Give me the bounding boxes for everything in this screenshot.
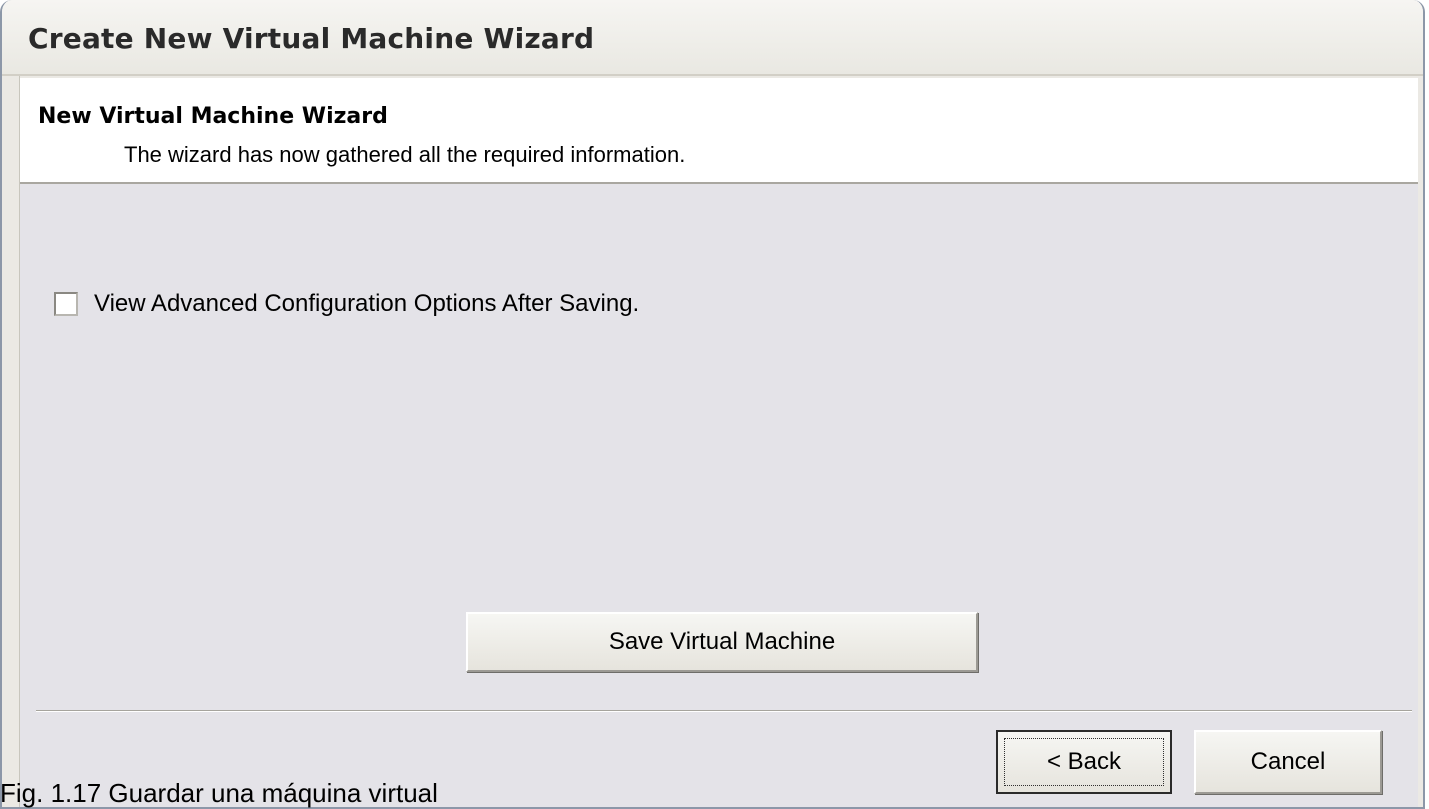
cancel-button[interactable]: Cancel [1194,730,1382,794]
figure-caption: Fig. 1.17 Guardar una máquina virtual [0,778,438,808]
wizard-header: New Virtual Machine Wizard The wizard ha… [20,78,1418,184]
save-virtual-machine-button[interactable]: Save Virtual Machine [466,612,978,672]
window-left-frame [2,76,20,807]
header-subtitle: The wizard has now gathered all the requ… [124,142,686,167]
title-bar[interactable]: Create New Virtual Machine Wizard [2,0,1423,76]
advanced-options-checkbox[interactable] [54,292,78,316]
advanced-options-option[interactable]: View Advanced Configuration Options Afte… [54,289,639,319]
back-button[interactable]: < Back [996,730,1172,794]
button-separator [36,710,1412,712]
wizard-content: View Advanced Configuration Options Afte… [20,184,1418,807]
focus-rectangle [1004,738,1164,786]
advanced-options-label[interactable]: View Advanced Configuration Options Afte… [94,290,639,318]
wizard-window: Create New Virtual Machine Wizard New Vi… [0,0,1425,809]
window-title: Create New Virtual Machine Wizard [28,22,595,55]
header-title: New Virtual Machine Wizard [38,104,388,129]
